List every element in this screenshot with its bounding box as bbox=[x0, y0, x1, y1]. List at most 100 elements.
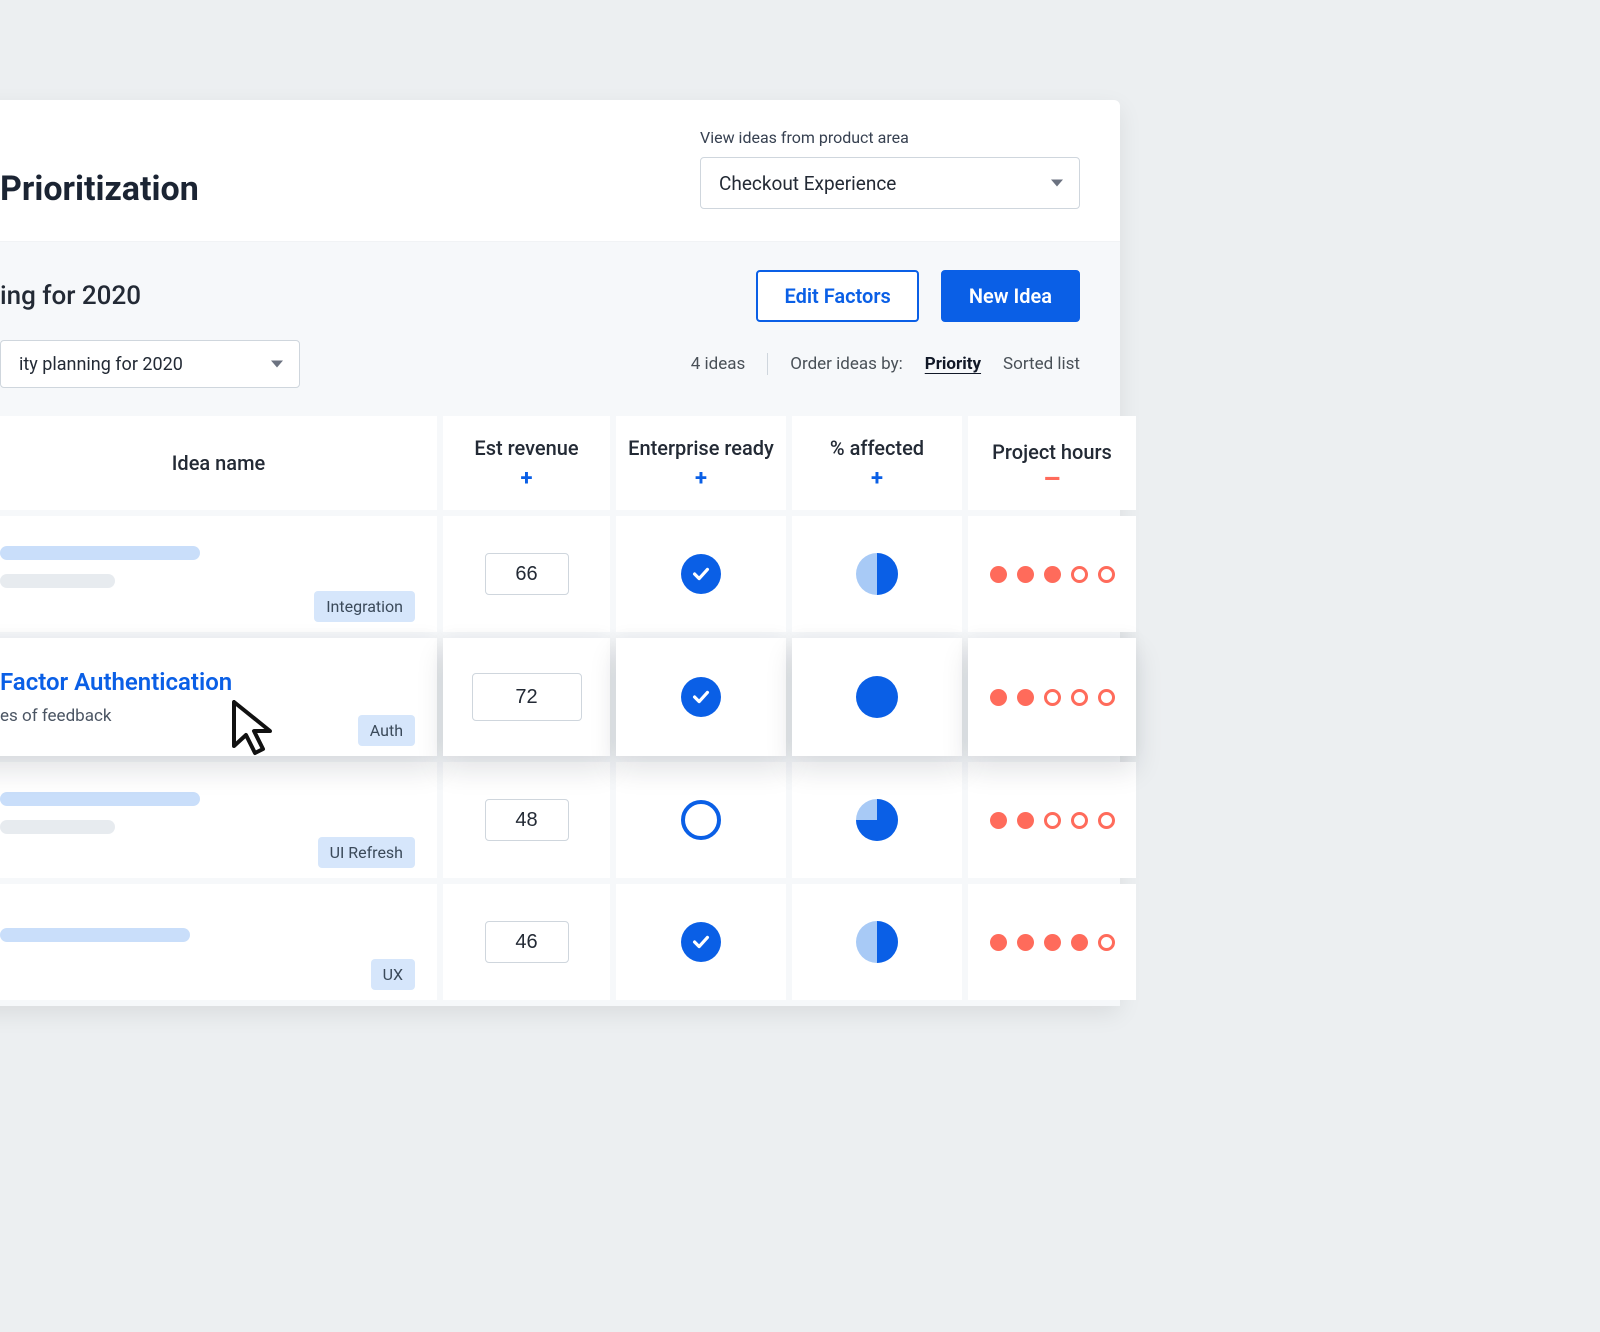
area-picker-label: View ideas from product area bbox=[700, 128, 1080, 147]
plan-select[interactable]: ity planning for 2020 bbox=[0, 340, 300, 388]
dot-icon bbox=[1017, 812, 1034, 829]
idea-title[interactable]: Factor Authentication bbox=[0, 668, 358, 696]
panel-header: Prioritization View ideas from product a… bbox=[0, 100, 1120, 242]
est-revenue-input[interactable] bbox=[485, 799, 569, 841]
dot-icon bbox=[1071, 689, 1088, 706]
page-title: Prioritization bbox=[0, 169, 199, 209]
project-hours-cell bbox=[968, 516, 1136, 632]
pct-affected-cell bbox=[792, 516, 962, 632]
order-priority[interactable]: Priority bbox=[925, 354, 981, 374]
check-icon[interactable] bbox=[681, 800, 721, 840]
col-enterprise-ready: Enterprise ready + bbox=[616, 416, 786, 510]
dot-icon bbox=[1044, 812, 1061, 829]
pct-affected-cell bbox=[792, 638, 962, 756]
idea-cell[interactable]: UI Refresh bbox=[0, 762, 437, 878]
sort-row: 4 ideas Order ideas by: Priority Sorted … bbox=[691, 353, 1080, 375]
priority-plan-title: ing for 2020 bbox=[0, 281, 141, 311]
dot-icon bbox=[1098, 934, 1115, 951]
pct-affected-cell bbox=[792, 884, 962, 1000]
col-project-hours: Project hours – bbox=[968, 416, 1136, 510]
check-icon[interactable] bbox=[681, 677, 721, 717]
dot-icon bbox=[1017, 689, 1034, 706]
idea-cell[interactable]: Factor Authentication es of feedback Aut… bbox=[0, 638, 437, 756]
idea-tag: UI Refresh bbox=[318, 837, 415, 868]
est-revenue-cell bbox=[443, 638, 610, 756]
plan-select-value: ity planning for 2020 bbox=[19, 354, 183, 375]
cursor-icon bbox=[230, 700, 280, 758]
dot-icon bbox=[1071, 934, 1088, 951]
idea-title-placeholder bbox=[0, 928, 190, 942]
col-est-revenue-label: Est revenue bbox=[474, 436, 578, 460]
idea-title-placeholder bbox=[0, 546, 200, 560]
est-revenue-cell bbox=[443, 884, 610, 1000]
dot-icon bbox=[1017, 566, 1034, 583]
project-hours-cell bbox=[968, 884, 1136, 1000]
pct-affected-indicator[interactable] bbox=[856, 676, 898, 718]
dot-icon bbox=[990, 812, 1007, 829]
plus-icon: + bbox=[871, 468, 883, 490]
idea-cell[interactable]: Integration bbox=[0, 516, 437, 632]
plus-icon: + bbox=[695, 468, 707, 490]
est-revenue-input[interactable] bbox=[485, 921, 569, 963]
chevron-down-icon bbox=[1051, 180, 1063, 187]
idea-tag: Integration bbox=[314, 591, 415, 622]
idea-cell[interactable]: UX bbox=[0, 884, 437, 1000]
idea-tag: Auth bbox=[358, 715, 415, 746]
est-revenue-cell bbox=[443, 762, 610, 878]
idea-subtitle: es of feedback bbox=[0, 706, 358, 726]
idea-subtitle-placeholder bbox=[0, 820, 115, 834]
pct-affected-indicator[interactable] bbox=[856, 553, 898, 595]
enterprise-ready-cell bbox=[616, 516, 786, 632]
order-by-label: Order ideas by: bbox=[790, 354, 902, 374]
panel-subheader: ing for 2020 Edit Factors New Idea ity p… bbox=[0, 242, 1120, 416]
dot-icon bbox=[1017, 934, 1034, 951]
col-idea-name: Idea name bbox=[0, 416, 437, 510]
dot-icon bbox=[990, 934, 1007, 951]
project-hours-dots[interactable] bbox=[990, 566, 1115, 583]
order-sorted-list[interactable]: Sorted list bbox=[1003, 354, 1080, 374]
prioritization-panel: Prioritization View ideas from product a… bbox=[0, 100, 1120, 1006]
edit-factors-button[interactable]: Edit Factors bbox=[756, 270, 918, 322]
dot-icon bbox=[1044, 566, 1061, 583]
check-icon[interactable] bbox=[681, 554, 721, 594]
idea-subtitle-placeholder bbox=[0, 574, 115, 588]
pct-affected-indicator[interactable] bbox=[856, 921, 898, 963]
col-project-hours-label: Project hours bbox=[992, 440, 1112, 464]
idea-tag: UX bbox=[371, 959, 415, 990]
col-pct-affected-label: % affected bbox=[830, 436, 924, 460]
idea-count: 4 ideas bbox=[691, 354, 746, 374]
area-picker-value: Checkout Experience bbox=[719, 172, 896, 195]
project-hours-dots[interactable] bbox=[990, 812, 1115, 829]
project-hours-cell bbox=[968, 762, 1136, 878]
pct-affected-indicator[interactable] bbox=[856, 799, 898, 841]
minus-icon: – bbox=[1043, 472, 1061, 486]
dot-icon bbox=[1071, 566, 1088, 583]
col-pct-affected: % affected + bbox=[792, 416, 962, 510]
est-revenue-input[interactable] bbox=[472, 673, 582, 721]
divider bbox=[767, 353, 768, 375]
project-hours-dots[interactable] bbox=[990, 934, 1115, 951]
dot-icon bbox=[1044, 689, 1061, 706]
dot-icon bbox=[990, 566, 1007, 583]
pct-affected-cell bbox=[792, 762, 962, 878]
enterprise-ready-cell bbox=[616, 762, 786, 878]
col-est-revenue: Est revenue + bbox=[443, 416, 610, 510]
new-idea-button[interactable]: New Idea bbox=[941, 270, 1080, 322]
dot-icon bbox=[1044, 934, 1061, 951]
col-idea-name-label: Idea name bbox=[172, 451, 265, 475]
project-hours-dots[interactable] bbox=[990, 689, 1115, 706]
dot-icon bbox=[1098, 812, 1115, 829]
plus-icon: + bbox=[521, 468, 533, 490]
dot-icon bbox=[990, 689, 1007, 706]
area-picker-select[interactable]: Checkout Experience bbox=[700, 157, 1080, 209]
project-hours-cell bbox=[968, 638, 1136, 756]
col-enterprise-ready-label: Enterprise ready bbox=[628, 436, 774, 460]
dot-icon bbox=[1098, 689, 1115, 706]
check-icon[interactable] bbox=[681, 922, 721, 962]
chevron-down-icon bbox=[271, 361, 283, 368]
est-revenue-input[interactable] bbox=[485, 553, 569, 595]
enterprise-ready-cell bbox=[616, 884, 786, 1000]
dot-icon bbox=[1098, 566, 1115, 583]
ideas-table: Idea name Est revenue + Enterprise ready… bbox=[0, 416, 1120, 1006]
idea-title-placeholder bbox=[0, 792, 200, 806]
